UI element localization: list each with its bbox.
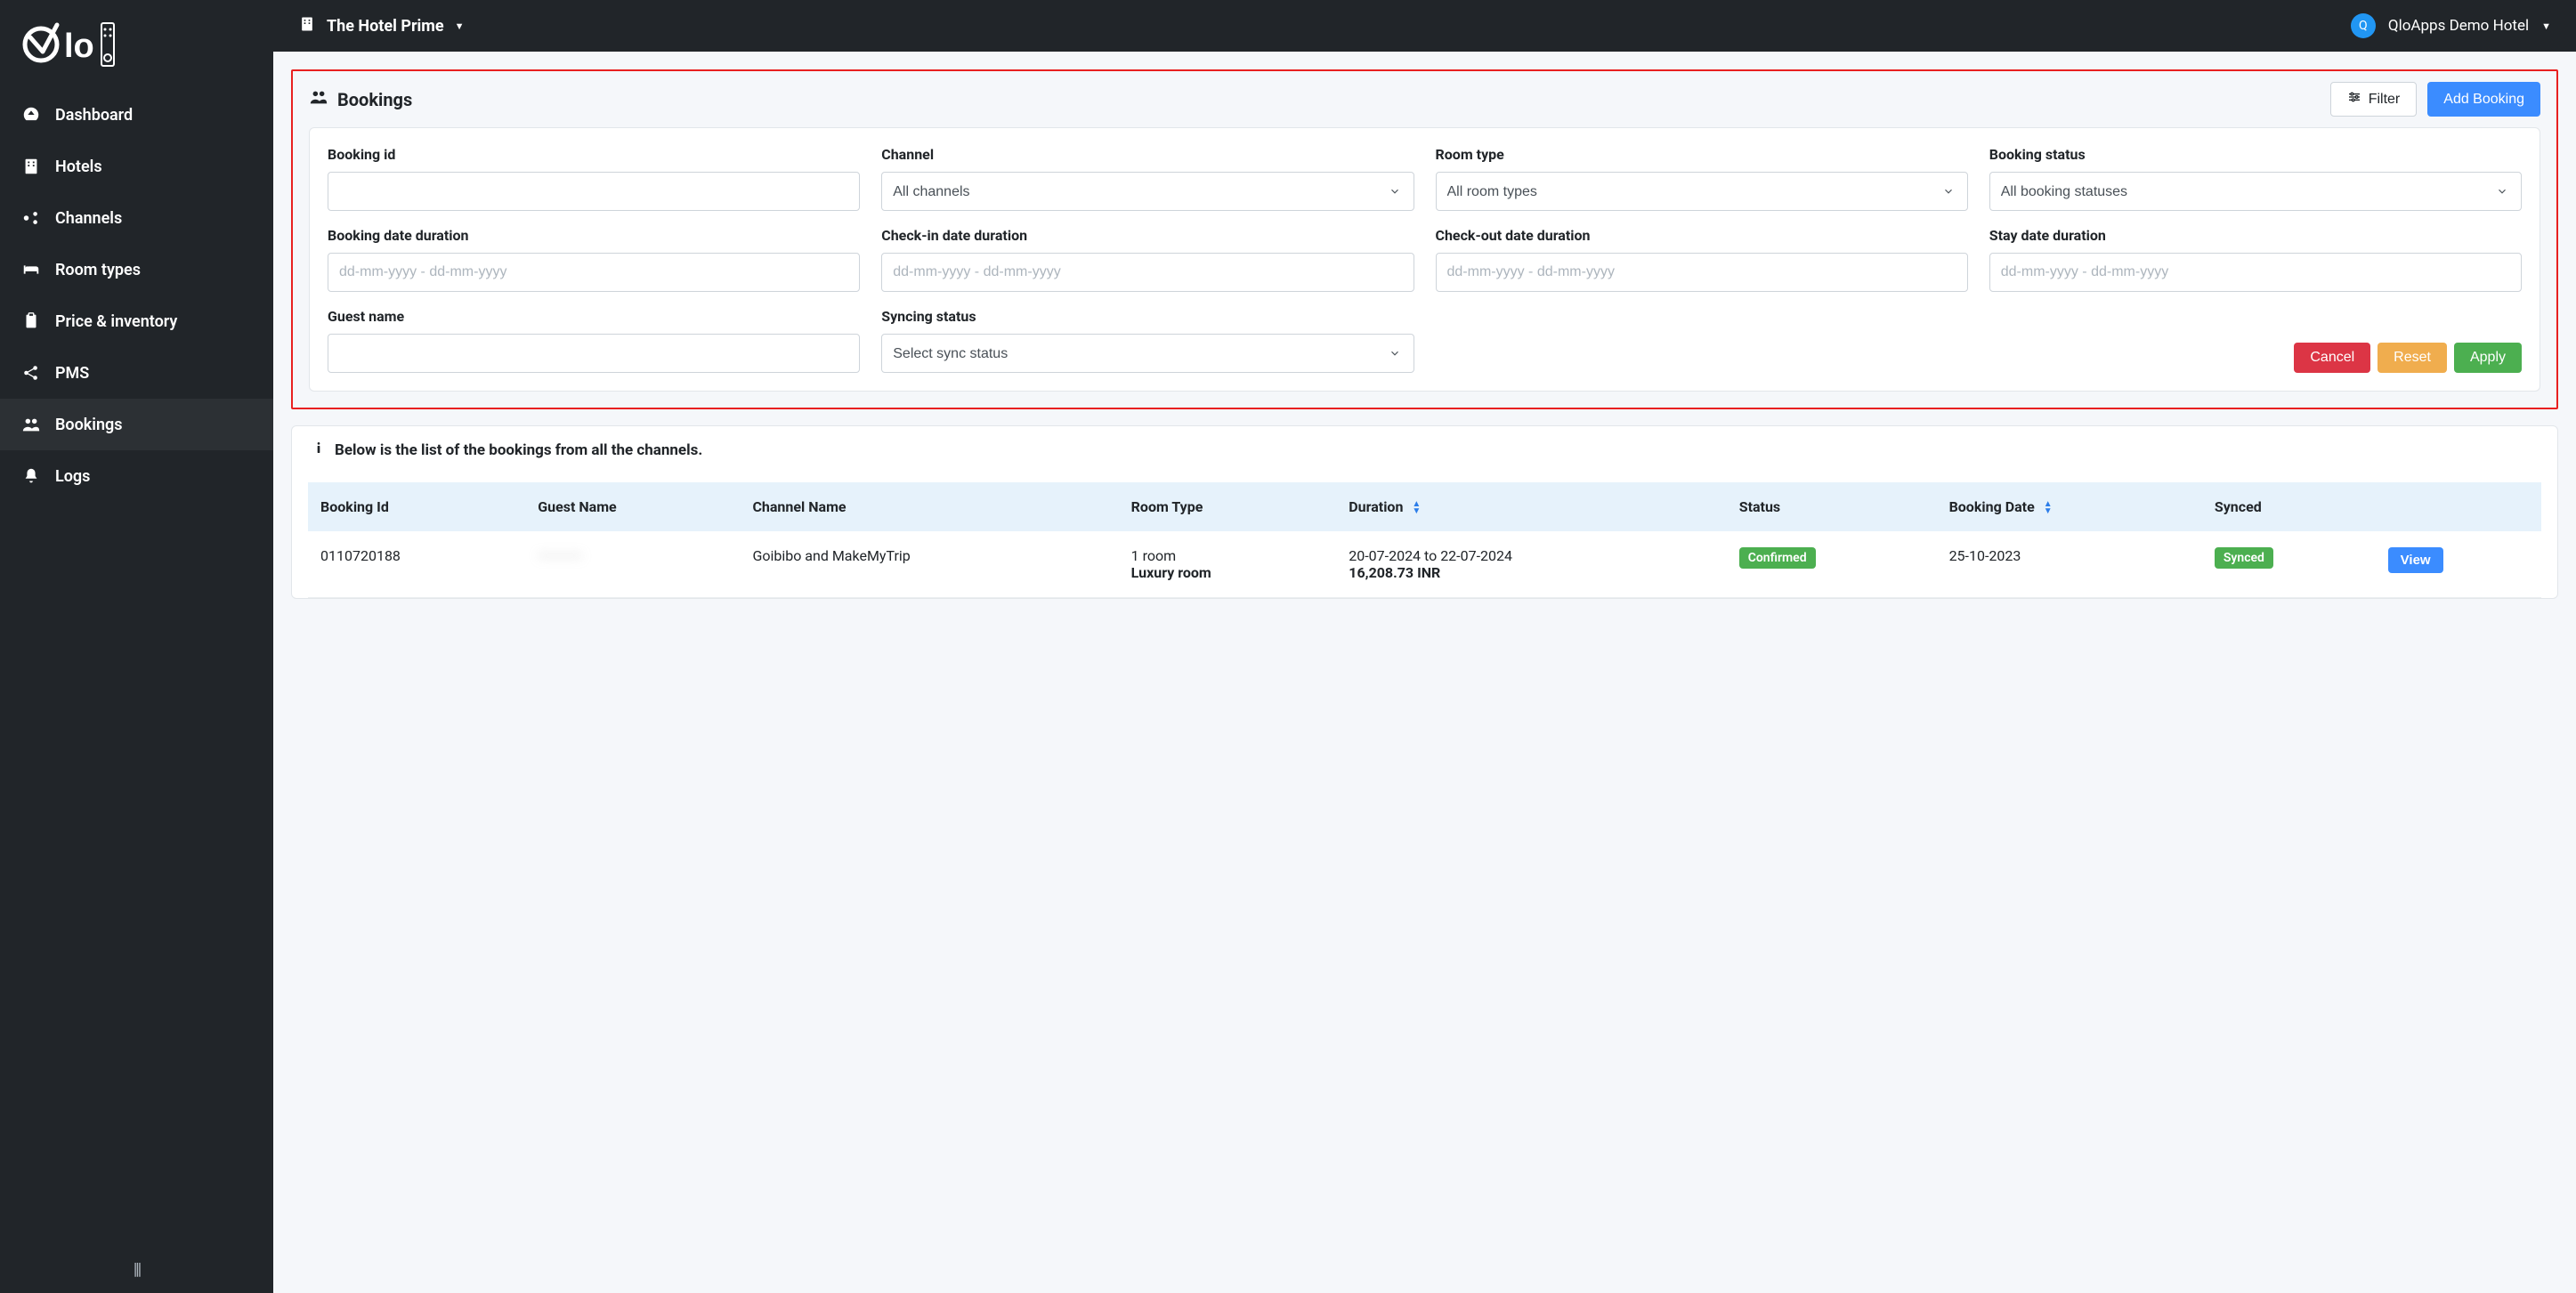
booking-id-input[interactable] — [328, 172, 860, 211]
checkin-date-duration-input[interactable] — [881, 253, 1414, 292]
stay-date-duration-label: Stay date duration — [1989, 227, 2522, 244]
hotel-name: The Hotel Prime — [327, 17, 444, 36]
building-icon — [298, 15, 316, 37]
sidebar-item-hotels[interactable]: Hotels — [0, 141, 273, 192]
sidebar-item-room-types[interactable]: Room types — [0, 244, 273, 295]
channel-select[interactable]: All channels — [881, 172, 1414, 211]
cell-synced: Synced — [2202, 531, 2376, 598]
syncing-status-select[interactable]: Select sync status — [881, 334, 1414, 373]
cell-guest-name: ———— — [525, 531, 740, 598]
avatar: Q — [2351, 13, 2376, 38]
room-type-label: Room type — [1436, 146, 1968, 163]
clipboard-icon — [21, 311, 41, 331]
guest-name-input[interactable] — [328, 334, 860, 373]
nav-label: Logs — [55, 467, 90, 486]
nav-label: Bookings — [55, 416, 123, 434]
table-row: 0110720188 ———— Goibibo and MakeMyTrip 1… — [308, 531, 2541, 598]
chevron-down-icon: ▼ — [455, 20, 465, 32]
hotel-selector[interactable]: The Hotel Prime ▼ — [298, 15, 465, 37]
booking-status-select[interactable]: All booking statuses — [1989, 172, 2522, 211]
booking-date-duration-label: Booking date duration — [328, 227, 860, 244]
sidebar-item-dashboard[interactable]: Dashboard — [0, 89, 273, 141]
col-actions — [2376, 482, 2541, 531]
user-menu[interactable]: Q QloApps Demo Hotel ▼ — [2351, 13, 2551, 38]
topbar: The Hotel Prime ▼ Q QloApps Demo Hotel ▼ — [273, 0, 2576, 52]
cell-booking-date: 25-10-2023 — [1937, 531, 2202, 598]
filter-button[interactable]: Filter — [2330, 82, 2418, 117]
nav-label: Dashboard — [55, 106, 133, 125]
checkout-date-duration-label: Check-out date duration — [1436, 227, 1968, 244]
guest-name-label: Guest name — [328, 308, 860, 325]
brand-logo-icon: lo — [21, 18, 119, 71]
sidebar-item-bookings[interactable]: Bookings — [0, 399, 273, 450]
col-guest-name[interactable]: Guest Name — [525, 482, 740, 531]
bell-icon — [21, 466, 41, 486]
reset-button[interactable]: Reset — [2378, 343, 2447, 373]
col-duration[interactable]: Duration ▲▼ — [1336, 482, 1726, 531]
synced-badge: Synced — [2215, 547, 2273, 569]
col-channel-name[interactable]: Channel Name — [740, 482, 1118, 531]
bookings-panel: Bookings Filter Add Booking — [291, 69, 2558, 409]
gauge-icon — [21, 105, 41, 125]
cell-room-type: 1 room Luxury room — [1119, 531, 1337, 598]
nav-label: PMS — [55, 364, 89, 383]
cell-channel-name: Goibibo and MakeMyTrip — [740, 531, 1118, 598]
sidebar-item-pms[interactable]: PMS — [0, 347, 273, 399]
list-caption-text: Below is the list of the bookings from a… — [335, 441, 702, 459]
nav-label: Channels — [55, 209, 122, 228]
users-icon — [309, 87, 328, 111]
checkout-date-duration-input[interactable] — [1436, 253, 1968, 292]
bed-icon — [21, 260, 41, 279]
sidebar-collapse-handle[interactable]: ||| — [0, 1246, 273, 1293]
nav-label: Price & inventory — [55, 312, 177, 331]
syncing-status-label: Syncing status — [881, 308, 1414, 325]
cell-status: Confirmed — [1727, 531, 1937, 598]
cell-actions: View — [2376, 531, 2541, 598]
room-type-select[interactable]: All room types — [1436, 172, 1968, 211]
col-synced[interactable]: Synced — [2202, 482, 2376, 531]
add-booking-button[interactable]: Add Booking — [2427, 82, 2540, 117]
cell-duration: 20-07-2024 to 22-07-2024 16,208.73 INR — [1336, 531, 1726, 598]
svg-text:lo: lo — [64, 28, 94, 65]
building-icon — [21, 157, 41, 176]
booking-status-label: Booking status — [1989, 146, 2522, 163]
sidebar-nav: Dashboard Hotels Channels Room types — [0, 89, 273, 1246]
col-room-type[interactable]: Room Type — [1119, 482, 1337, 531]
col-status[interactable]: Status — [1727, 482, 1937, 531]
users-icon — [21, 415, 41, 434]
sliders-icon — [2347, 90, 2361, 109]
booking-date-duration-input[interactable] — [328, 253, 860, 292]
filter-card: Booking id Channel All channels Room typ… — [309, 127, 2540, 392]
sidebar-item-price-inventory[interactable]: Price & inventory — [0, 295, 273, 347]
nav-label: Hotels — [55, 158, 102, 176]
view-button[interactable]: View — [2388, 547, 2443, 573]
sidebar-item-logs[interactable]: Logs — [0, 450, 273, 502]
apply-button[interactable]: Apply — [2454, 343, 2522, 373]
col-booking-date[interactable]: Booking Date ▲▼ — [1937, 482, 2202, 531]
col-booking-id[interactable]: Booking Id — [308, 482, 525, 531]
sidebar-item-channels[interactable]: Channels — [0, 192, 273, 244]
page-title: Bookings — [337, 89, 412, 110]
status-badge: Confirmed — [1739, 547, 1816, 569]
bookings-list-card: Below is the list of the bookings from a… — [291, 425, 2558, 599]
sidebar: lo Dashboard Hotels — [0, 0, 273, 1293]
chevron-down-icon: ▼ — [2541, 20, 2551, 32]
sort-icon: ▲▼ — [2044, 501, 2053, 515]
share-icon — [21, 363, 41, 383]
channel-label: Channel — [881, 146, 1414, 163]
cell-booking-id: 0110720188 — [308, 531, 525, 598]
user-name: QloApps Demo Hotel — [2388, 17, 2529, 35]
sort-icon: ▲▼ — [1412, 501, 1421, 515]
bookings-table: Booking Id Guest Name Channel Name Room … — [308, 482, 2541, 598]
nav-label: Room types — [55, 261, 141, 279]
info-icon — [312, 440, 326, 459]
stay-date-duration-input[interactable] — [1989, 253, 2522, 292]
booking-id-label: Booking id — [328, 146, 860, 163]
nodes-icon — [21, 208, 41, 228]
checkin-date-duration-label: Check-in date duration — [881, 227, 1414, 244]
logo: lo — [0, 0, 273, 89]
cancel-button[interactable]: Cancel — [2294, 343, 2370, 373]
